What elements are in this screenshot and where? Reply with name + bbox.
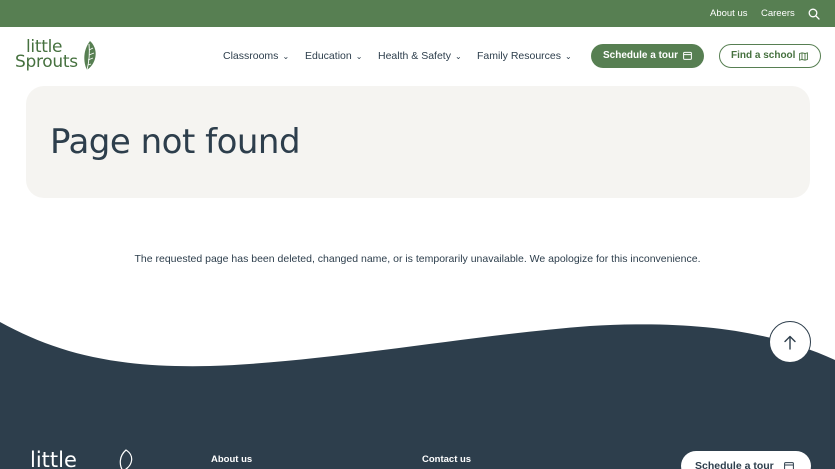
back-to-top-button[interactable] — [769, 321, 811, 363]
nav-health-safety-label: Health & Safety — [378, 50, 451, 62]
footer-logo-text[interactable]: little — [30, 448, 77, 469]
map-icon — [799, 52, 808, 61]
error-message: The requested page has been deleted, cha… — [134, 253, 701, 265]
search-icon[interactable] — [808, 8, 820, 20]
logo-text-line2: Sprouts — [15, 52, 78, 72]
arrow-up-icon — [784, 335, 796, 350]
main-header: little Sprouts Classrooms ⌄ Education ⌄ He… — [0, 27, 835, 87]
chevron-down-icon: ⌄ — [454, 52, 462, 61]
page-title-banner: Page not found — [26, 86, 810, 198]
footer-contact-link[interactable]: Contact us — [422, 454, 471, 465]
footer-wave-background — [0, 322, 835, 469]
nav-family-resources[interactable]: Family Resources ⌄ — [477, 50, 572, 62]
calendar-icon — [784, 462, 794, 469]
top-utility-bar: About us Careers — [0, 0, 835, 27]
topbar-careers-link[interactable]: Careers — [761, 8, 795, 19]
leaf-icon — [119, 449, 133, 469]
nav-family-resources-label: Family Resources — [477, 50, 562, 62]
chevron-down-icon: ⌄ — [565, 52, 572, 61]
calendar-icon — [683, 51, 692, 60]
schedule-tour-button[interactable]: Schedule a tour — [591, 44, 704, 68]
site-logo[interactable]: little Sprouts — [15, 39, 101, 75]
nav-classrooms[interactable]: Classrooms ⌄ — [223, 50, 289, 62]
nav-health-safety[interactable]: Health & Safety ⌄ — [378, 50, 462, 62]
nav-education-label: Education — [305, 50, 352, 62]
page-title: Page not found — [50, 122, 301, 162]
nav-classrooms-label: Classrooms — [223, 50, 279, 62]
find-school-label: Find a school — [731, 50, 796, 61]
find-school-button[interactable]: Find a school — [719, 44, 821, 68]
topbar-about-link[interactable]: About us — [710, 8, 748, 19]
leaf-icon — [84, 41, 96, 71]
footer-schedule-tour-label: Schedule a tour — [695, 460, 774, 469]
schedule-tour-label: Schedule a tour — [603, 50, 679, 61]
chevron-down-icon: ⌄ — [355, 52, 363, 61]
chevron-down-icon: ⌄ — [282, 52, 290, 61]
footer-about-link[interactable]: About us — [211, 454, 252, 465]
nav-education[interactable]: Education ⌄ — [305, 50, 362, 62]
footer-schedule-tour-button[interactable]: Schedule a tour — [681, 451, 811, 469]
